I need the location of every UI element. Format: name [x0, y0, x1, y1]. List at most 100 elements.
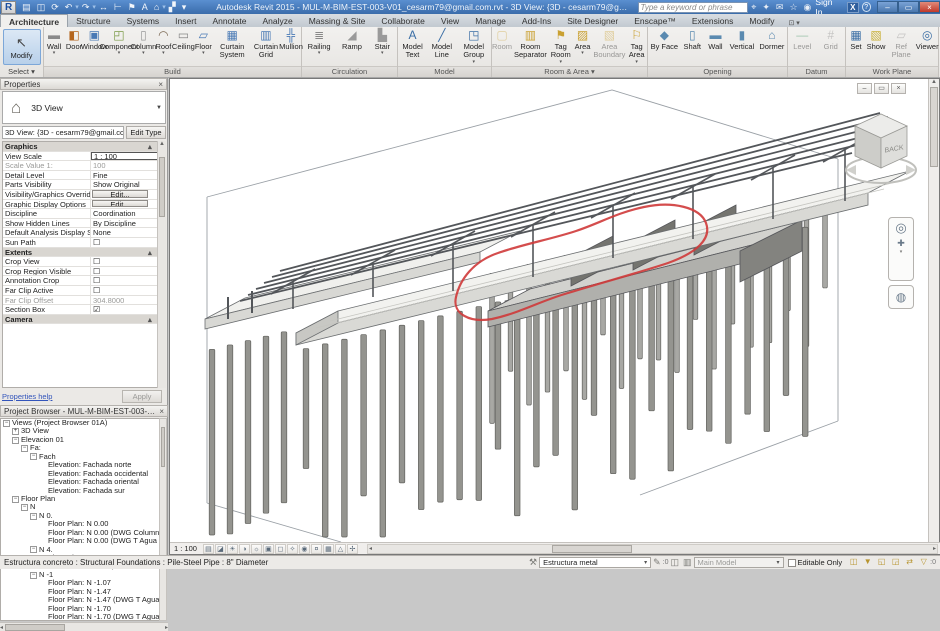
ribbon-group-label[interactable]: Room & Area ▾ — [492, 66, 647, 77]
ribbon-group-label[interactable]: Build — [44, 66, 301, 77]
tree-expander-icon[interactable]: − — [21, 504, 28, 511]
show-crop-region-icon[interactable]: ◻ — [275, 544, 286, 554]
ribbon-tab[interactable]: Collaborate — [373, 14, 432, 27]
tree-expander-icon[interactable] — [39, 479, 46, 486]
tree-expander-icon[interactable] — [39, 614, 46, 621]
tree-expander-icon[interactable]: − — [12, 437, 19, 444]
tree-item[interactable]: Floor Plan: N -1.47 — [1, 588, 159, 596]
select-group-label[interactable]: Select ▾ — [8, 67, 35, 76]
project-browser-header[interactable]: Project Browser - MUL-M-BIM-EST-003-V01_… — [0, 405, 168, 417]
user-icon[interactable]: ◉ — [804, 2, 812, 13]
ribbon-tab[interactable]: Extensions — [684, 14, 742, 27]
property-row[interactable]: Camera ▴ — [3, 315, 158, 325]
viewport-hscrollbar[interactable]: ◂▸ — [367, 544, 938, 554]
railing-button[interactable]: ≣ Railing ▾ — [307, 28, 332, 55]
checkbox-icon[interactable] — [788, 559, 796, 567]
property-row[interactable]: Show Hidden Lines By Discipline — [3, 219, 158, 229]
tree-item[interactable]: Floor Plan: N 0.00 (DWG T Agua cubierta — [1, 537, 159, 545]
save-icon[interactable]: ◫ — [37, 1, 46, 14]
ribbon-tab[interactable]: Manage — [467, 14, 514, 27]
property-row[interactable]: Sun Path ☐ — [3, 238, 158, 248]
property-value[interactable]: ☑ — [91, 305, 158, 314]
tree-item[interactable]: − N — [1, 503, 159, 511]
property-value[interactable]: None — [91, 228, 158, 237]
property-row[interactable]: Visibility/Graphics Overrides Edit... — [3, 190, 158, 200]
search-input[interactable]: Type a keyword or phrase — [638, 2, 749, 13]
view-close-icon[interactable]: × — [891, 83, 906, 94]
tree-item[interactable]: − Fa: — [1, 444, 159, 452]
borrowers-icon[interactable]: ▥ — [683, 557, 692, 568]
tree-expander-icon[interactable] — [39, 588, 46, 595]
search-binoculars-icon[interactable]: ⌖ — [751, 2, 756, 13]
tree-expander-icon[interactable]: − — [30, 572, 37, 579]
property-value[interactable]: Coordination — [91, 209, 158, 218]
property-row[interactable]: View Scale 1 : 100 — [3, 152, 158, 162]
selection-filter-icon[interactable]: ▽ — [917, 557, 930, 568]
shaft-button[interactable]: ▯ Shaft — [682, 28, 702, 51]
property-value[interactable]: ☐ — [91, 257, 158, 266]
grid-button[interactable]: # Grid — [821, 28, 841, 51]
tree-expander-icon[interactable]: − — [30, 513, 37, 520]
minimize-button[interactable]: – — [877, 1, 898, 13]
tree-expander-icon[interactable] — [39, 538, 46, 545]
qat-dropdown-arrow[interactable]: ▾ — [92, 3, 96, 11]
view-restore-icon[interactable]: ▭ — [874, 83, 889, 94]
model-text-button[interactable]: A Model Text — [398, 28, 427, 60]
help-icon[interactable]: ? — [862, 2, 871, 12]
property-value[interactable]: ☐ — [91, 238, 158, 247]
roof-button[interactable]: ◠ Roof ▾ — [153, 28, 173, 55]
property-row[interactable]: Detail Level Fine — [3, 171, 158, 181]
by-face-button[interactable]: ◆ By Face — [650, 28, 680, 51]
ribbon-tab[interactable]: Insert — [167, 14, 204, 27]
undo-icon[interactable]: ↶ — [65, 1, 73, 14]
drag-on-selection-icon[interactable]: ⇄ — [903, 557, 916, 568]
room-button[interactable]: ▢ Room — [492, 28, 512, 51]
wheel-2d-button[interactable]: ◍ — [888, 285, 914, 309]
open-icon[interactable]: ▤ — [22, 1, 31, 14]
tree-expander-icon[interactable] — [39, 529, 46, 536]
property-value[interactable]: 1 : 100 — [91, 152, 158, 161]
worksharing-display-icon[interactable]: ◫ — [847, 557, 860, 568]
edit-type-button[interactable]: Edit Type — [126, 126, 166, 139]
tree-item[interactable]: Floor Plan: N -1.70 — [1, 605, 159, 613]
navbar-menu-arrow-icon[interactable]: ▾ — [900, 249, 903, 255]
floor-button[interactable]: ▱ Floor ▾ — [193, 28, 213, 55]
area-button[interactable]: ▨ Area ▾ — [573, 28, 593, 55]
tree-expander-icon[interactable]: − — [30, 546, 37, 553]
exchange-apps-icon[interactable]: X — [847, 2, 858, 13]
ribbon-tab[interactable]: Modify — [741, 14, 782, 27]
area-boundary-button[interactable]: ▧ Area Boundary — [593, 28, 627, 60]
lock-3d-view-icon[interactable]: ✧ — [287, 544, 298, 554]
tree-expander-icon[interactable]: − — [12, 496, 19, 503]
property-value[interactable]: 100 — [91, 161, 158, 170]
tree-expander-icon[interactable] — [39, 470, 46, 477]
ribbon-tab[interactable]: Enscape™ — [626, 14, 684, 27]
ribbon-group-label[interactable]: Opening — [648, 66, 787, 77]
wall-opening-button[interactable]: ▬ Wall — [705, 28, 725, 51]
select-underlay-icon[interactable]: ◲ — [889, 557, 902, 568]
pan-icon[interactable]: ✚ — [897, 238, 905, 249]
highlight-displacement-icon[interactable]: ✢ — [347, 544, 358, 554]
text-icon[interactable]: A — [142, 1, 148, 14]
mullion-button[interactable]: ╬ Mullion — [281, 28, 301, 51]
property-row[interactable]: Discipline Coordination — [3, 209, 158, 219]
model-group-button[interactable]: ◳ Model Group ▾ — [457, 28, 491, 64]
reveal-hidden-elements-icon[interactable]: ¤ — [311, 544, 322, 554]
tag-icon[interactable]: ⚑ — [128, 1, 136, 14]
vertical-opening-button[interactable]: ▮ Vertical — [729, 28, 756, 51]
worksets-icon[interactable]: ⚒ — [529, 557, 537, 568]
properties-close-icon[interactable]: × — [158, 80, 163, 89]
tab-options-arrow[interactable]: ⊡ ▾ — [782, 19, 805, 27]
design-option-select[interactable]: Main Model ▾ — [694, 557, 784, 568]
reload-latest-icon[interactable]: ◫ — [671, 557, 680, 568]
ceiling-button[interactable]: ▭ Ceiling — [173, 28, 193, 51]
view-cube[interactable]: BACK — [843, 104, 919, 204]
curtain-grid-button[interactable]: ▥ Curtain Grid — [251, 28, 281, 60]
property-row[interactable]: Default Analysis Display St... None — [3, 228, 158, 238]
qat-dropdown-arrow[interactable]: ▾ — [162, 3, 166, 11]
tree-item[interactable]: − Floor Plan — [1, 495, 159, 503]
measure-icon[interactable]: ↔ — [99, 1, 108, 14]
component-button[interactable]: ◰ Component ▾ — [105, 28, 134, 55]
property-row[interactable]: Section Box ☑ — [3, 305, 158, 315]
project-browser-close-icon[interactable]: × — [159, 407, 164, 416]
